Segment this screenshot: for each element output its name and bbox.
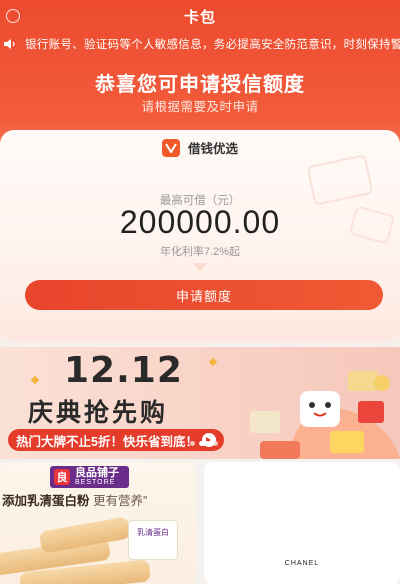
carousel-dot[interactable] <box>190 441 195 446</box>
notice-text: 银行账号、验证码等个人敏感信息，务必提高安全防范意识，时刻保持警惕 <box>25 39 400 51</box>
product-package: 乳清蛋白 <box>128 520 178 560</box>
product-card[interactable]: 良 良品铺子 BESTORE 添加乳清蛋白粉 更有营养” 乳清蛋白 <box>0 462 196 584</box>
apply-button[interactable]: 申请额度 <box>25 280 383 310</box>
hero-subline: 请根据需要及时申请 <box>141 100 259 114</box>
v-logo-icon <box>161 138 180 157</box>
brand-row: 借钱优选 <box>0 138 400 157</box>
promo-banner[interactable]: 12.12 庆典抢先购 热门大牌不止5折！快乐省到底！ <box>0 347 400 459</box>
pointer-triangle <box>193 263 207 271</box>
product-title-main: 添加乳清蛋白粉 <box>2 494 90 508</box>
gift-illustration <box>250 371 400 459</box>
product-title: 添加乳清蛋白粉 更有营养” <box>0 490 196 509</box>
sparkle-icon <box>208 357 218 367</box>
product-card[interactable]: CHANEL <box>204 462 400 584</box>
promo-text: 热门大牌不止5折！快乐省到底！ <box>16 434 198 449</box>
promo-pill[interactable]: 热门大牌不止5折！快乐省到底！ <box>8 429 224 451</box>
security-notice[interactable]: 银行账号、验证码等个人敏感信息，务必提高安全防范意识，时刻保持警惕 <box>0 34 400 54</box>
hero-headline: 恭喜您可申请授信额度 <box>95 74 305 96</box>
interest-rate: 年化利率7.2%起 <box>159 246 241 258</box>
sparkle-icon <box>30 375 40 385</box>
banner-date: 12.12 <box>64 350 183 391</box>
product-feed: 良 良品铺子 BESTORE 添加乳清蛋白粉 更有营养” 乳清蛋白 CHANEL <box>0 462 400 584</box>
carousel-dots <box>190 441 218 446</box>
product-title-sub: 更有营养” <box>93 494 148 508</box>
page-title: 卡包 <box>183 8 216 26</box>
title-bar: 卡包 <box>0 0 400 32</box>
store-badge: 良 良品铺子 BESTORE <box>50 466 129 488</box>
speaker-icon <box>4 39 15 49</box>
brand-name: 借钱优选 <box>187 142 238 156</box>
store-mark: 良 <box>54 469 70 485</box>
carousel-dot[interactable] <box>213 441 218 446</box>
credit-amount: 200000.00 <box>119 204 281 240</box>
brand-label: CHANEL <box>284 560 320 567</box>
carousel-dot[interactable] <box>199 441 209 446</box>
credit-card-panel: 借钱优选 最高可借（元） 200000.00 年化利率7.2%起 申请额度 <box>0 130 400 342</box>
back-circle-icon[interactable] <box>6 9 20 23</box>
store-name: 良品铺子 <box>75 466 119 479</box>
store-name-en: BESTORE <box>75 478 116 486</box>
banner-title: 庆典抢先购 <box>28 399 169 427</box>
